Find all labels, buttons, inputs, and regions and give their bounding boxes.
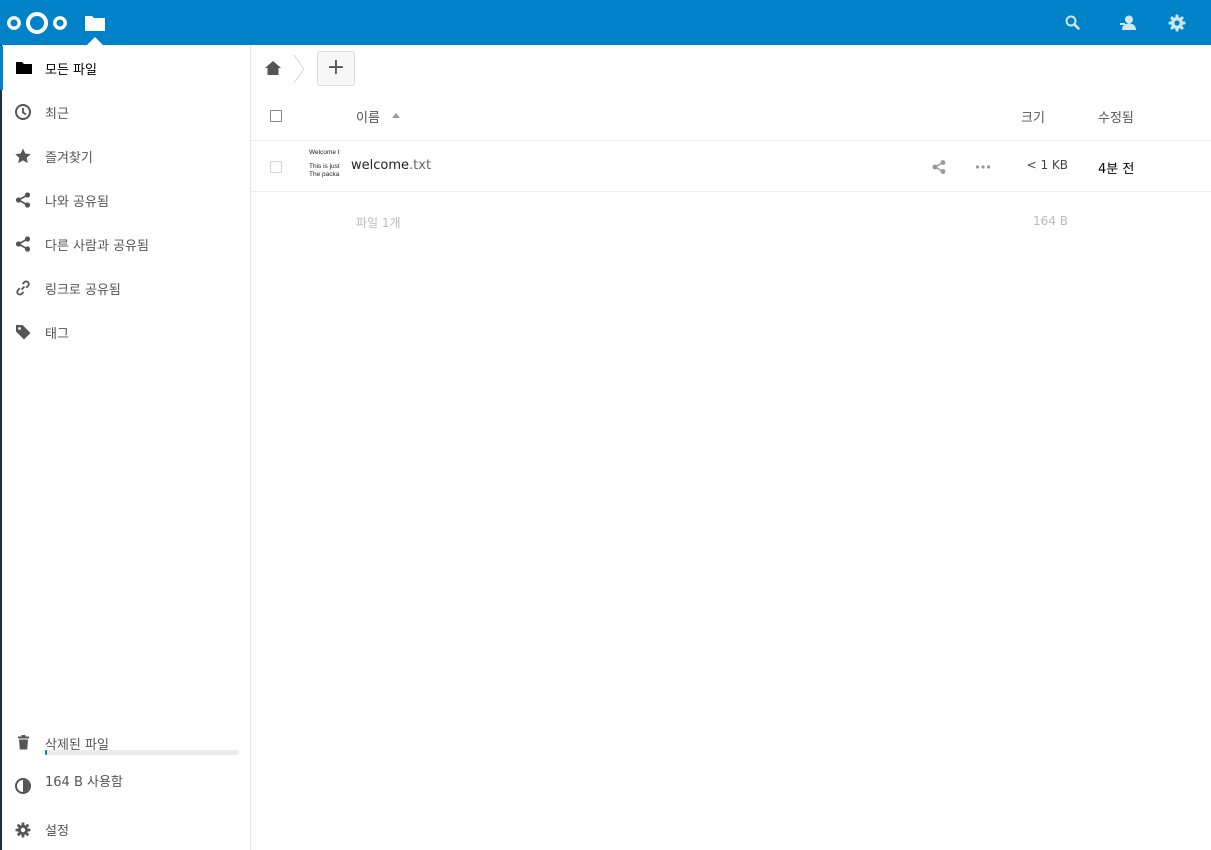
nav-all-files[interactable]: 모든 파일 [0,46,250,90]
nav-label: 다른 사람과 공유됨 [45,238,149,254]
share-icon [15,192,31,208]
share-icon [15,236,31,252]
thumbnail-text-line: The packa [309,171,340,178]
nav-label: 최근 [45,106,69,122]
settings-gear-icon [15,822,31,838]
thumbnail-text-line: Welcome t [309,149,340,156]
nav-label: 태그 [45,326,69,342]
column-name-header[interactable]: 이름 [356,107,380,126]
file-modified-time: 4분 전 [1098,162,1135,177]
file-list-summary: 파일 1개 164 B [251,192,1211,252]
nav-label: 링크로 공유됨 [45,282,121,298]
nav-tags[interactable]: 태그 [0,310,250,354]
thumbnail-text-line: This is just [309,163,340,170]
quota-pie-icon [15,778,31,794]
nav-shared-with-others[interactable]: 다른 사람과 공유됨 [0,222,250,266]
summary-file-count: 파일 1개 [356,216,401,230]
column-size-header[interactable]: 크기 [1021,107,1045,126]
contacts-icon[interactable] [1117,12,1139,34]
file-list-header: 이름 크기 수정됨 [251,92,1211,141]
file-thumbnail[interactable]: Welcome t This is just The packa [309,149,343,183]
row-checkbox[interactable] [270,161,282,173]
files-app-icon[interactable] [84,13,106,33]
share-icon[interactable] [931,159,947,175]
nav-label: 설정 [45,823,69,839]
nav-shared-with-you[interactable]: 나와 공유됨 [0,178,250,222]
quota-progress-fill [45,750,47,755]
nav-favorites[interactable]: 즐겨찾기 [0,134,250,178]
quota-label: 164 B 사용함 [45,775,123,790]
nav-shared-by-link[interactable]: 링크로 공유됨 [0,266,250,310]
nav-label: 모든 파일 [45,62,97,78]
quota-progress-bar [45,750,239,755]
folder-icon [16,62,32,74]
file-name-base: welcome [351,158,410,173]
select-all-checkbox[interactable] [270,110,282,122]
search-icon[interactable] [1062,12,1084,34]
file-size: < 1 KB [1026,158,1068,172]
new-file-button[interactable]: + [317,51,355,86]
column-modified-header[interactable]: 수정됨 [1098,107,1134,126]
nav-deleted-files[interactable]: 삭제된 파일 [0,721,250,765]
clock-icon [15,104,31,120]
file-name[interactable]: welcome.txt [351,158,431,173]
breadcrumb-separator [293,54,305,84]
home-icon[interactable] [263,59,283,77]
file-row[interactable]: Welcome t This is just The packa welcome… [251,141,1211,192]
tag-icon [16,325,31,340]
nav-label: 즐겨찾기 [45,150,93,166]
link-icon [16,280,30,296]
nav-quota: 164 B 사용함 [0,762,250,802]
summary-total-size: 164 B [1033,214,1068,228]
app-header [0,0,1211,46]
nav-recent[interactable]: 최근 [0,90,250,134]
nav-settings[interactable]: 설정 [0,808,250,850]
sort-ascending-icon [392,113,400,118]
star-icon [15,148,31,164]
nav-label: 나와 공유됨 [45,194,109,210]
settings-gear-icon[interactable] [1166,12,1188,34]
nextcloud-logo[interactable] [6,10,68,36]
trash-icon [18,735,29,750]
file-name-extension: .txt [409,158,432,173]
